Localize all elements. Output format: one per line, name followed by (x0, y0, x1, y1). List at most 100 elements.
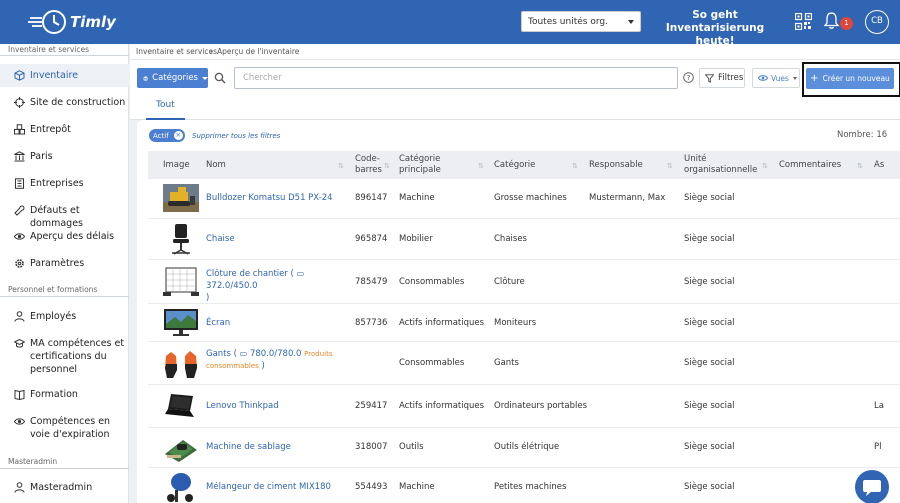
sidebar-item-label: Entrepôt (30, 124, 71, 135)
item-name: Gants ( (206, 349, 237, 359)
item-main-category: Machine (399, 193, 435, 203)
item-category: Ordinateurs portables (494, 401, 588, 411)
sidebar-item-inventaire[interactable]: Inventaire (14, 69, 126, 82)
sidebar-item-site-de-construction[interactable]: Site de construction (14, 96, 126, 109)
sort-icon[interactable]: ⇅ (384, 162, 390, 170)
gloves-image (165, 351, 197, 378)
table-row[interactable]: Lenovo Thinkpad 259417 Actifs informatiq… (148, 385, 900, 428)
monitor-image (164, 309, 198, 336)
item-name-link[interactable]: Lenovo Thinkpad (206, 400, 279, 412)
bell-icon[interactable] (823, 11, 840, 30)
column-header-org-unit[interactable]: Unité organisationnelle (684, 151, 764, 179)
create-new-button[interactable]: + Créer un nouveau (806, 68, 894, 89)
sidebar-item-ma-competences[interactable]: MA compétences et certifications du pers… (14, 337, 126, 376)
user-avatar[interactable]: CB (865, 10, 889, 34)
sort-icon[interactable]: ⇅ (667, 162, 673, 170)
logo-icon (28, 10, 66, 34)
chair-image (172, 224, 190, 255)
sidebar-item-label: Paris (30, 151, 53, 162)
item-name-link[interactable]: Clôture de chantier ( ▭ 372.0/450.0 ) (206, 268, 351, 304)
sidebar-item-defauts[interactable]: Défauts et dommages (14, 204, 126, 230)
sidebar-item-entreprises[interactable]: Entreprises (14, 177, 126, 190)
item-category: Outils élétrique (494, 442, 560, 452)
clear-filters-link[interactable]: Supprimer tous les filtres (192, 132, 280, 140)
table-row[interactable]: Clôture de chantier ( ▭ 372.0/450.0 ) 78… (148, 260, 900, 304)
column-header-category[interactable]: Catégorie (494, 151, 535, 179)
sort-icon[interactable]: ⇅ (478, 162, 484, 170)
sort-icon[interactable]: ⇅ (338, 162, 344, 170)
table-row[interactable]: Mélangeur de ciment MIX180 554493 Machin… (148, 468, 900, 503)
divider (0, 296, 129, 297)
sidebar-item-competences-expiration[interactable]: Compétences en voie d'expiration (14, 415, 126, 441)
table-row[interactable]: Machine de sablage 318007 Outils Outils … (148, 428, 900, 468)
qr-code-icon[interactable] (795, 13, 812, 30)
svg-text:?: ? (687, 74, 691, 82)
item-main-category: Consommables (399, 277, 465, 287)
active-filter-label: Actif (153, 131, 169, 140)
sort-icon[interactable]: ⇅ (857, 162, 863, 170)
promo-banner[interactable]: So geht Inventarisierung heute! (654, 9, 776, 48)
sidebar-item-apercu-delais[interactable]: Aperçu des délais (14, 230, 126, 243)
sidebar-item-employes[interactable]: Employés (14, 310, 126, 323)
search-input[interactable]: Chercher (234, 67, 678, 89)
item-name-link[interactable]: Chaise (206, 233, 235, 245)
person-icon (14, 311, 25, 322)
table-header: Image Nom ⇅ Code-barres ⇅ Catégorie prin… (148, 151, 900, 179)
notification-badge: 1 (840, 17, 853, 30)
tab-bar: Tout (130, 98, 900, 120)
item-name-link[interactable]: Machine de sablage (206, 441, 291, 453)
item-name-link[interactable]: Gants ( ▭ 780.0/780.0 Produits consommab… (206, 348, 356, 372)
timly-logo[interactable]: Timly (28, 8, 116, 36)
item-org-unit: Siège social (684, 482, 735, 492)
chat-icon (863, 480, 881, 496)
chevron-down-icon (628, 20, 634, 24)
column-header-comments[interactable]: Commentaires (779, 151, 841, 179)
chat-button[interactable] (855, 470, 889, 503)
views-button[interactable]: Vues (752, 68, 800, 88)
item-name-link[interactable]: Écran (206, 317, 230, 329)
sidebar-item-formation[interactable]: Formation (14, 388, 126, 401)
sidebar: Inventaire et services Inventaire Site d… (0, 44, 129, 503)
item-name-link[interactable]: Bulldozer Komatsu D51 PX-24 (206, 192, 333, 204)
column-header-responsible[interactable]: Responsable (589, 151, 643, 179)
help-icon[interactable]: ? (683, 72, 694, 83)
item-name: Clôture de chantier ( (206, 269, 294, 279)
item-category: Gants (494, 358, 519, 368)
eye-icon (758, 75, 768, 81)
chevron-down-icon (202, 76, 208, 80)
filters-button[interactable]: Filtres (699, 68, 745, 88)
item-barcode: 554493 (355, 482, 388, 492)
consumable-tag: Produits (304, 350, 333, 358)
column-header-main-category[interactable]: Catégorie principale (399, 151, 474, 179)
search-icon[interactable] (214, 72, 226, 84)
sander-image (165, 440, 197, 462)
tab-all[interactable]: Tout (146, 98, 185, 120)
table-row[interactable]: Écran 857736 Actifs informatiques Monite… (148, 304, 900, 342)
toolbar: Catégories Chercher ? Filtres Vues + Cré… (130, 60, 900, 98)
sidebar-item-label: Défauts et dommages (30, 205, 83, 229)
filter-icon (705, 73, 714, 83)
item-main-category: Machine (399, 482, 435, 492)
sidebar-item-masteradmin[interactable]: Masteradmin (14, 481, 126, 494)
categories-button-label: Catégories (152, 73, 198, 83)
column-header-name[interactable]: Nom (206, 151, 226, 179)
item-name-link[interactable]: Mélangeur de ciment MIX180 (206, 481, 331, 493)
table-row[interactable]: Bulldozer Komatsu D51 PX-24 896147 Machi… (148, 179, 900, 219)
item-main-category: Outils (399, 442, 424, 452)
sort-icon[interactable]: ⇅ (572, 162, 578, 170)
sidebar-item-paris[interactable]: Paris (14, 150, 126, 163)
active-filter-chip[interactable]: Actif × (149, 129, 185, 142)
org-unit-select[interactable]: Toutes unités org. (521, 11, 641, 32)
person-icon (14, 482, 25, 493)
close-icon[interactable]: × (173, 131, 183, 140)
sidebar-item-parametres[interactable]: Paramètres (14, 257, 126, 270)
table-row[interactable]: Chaise 965874 Mobilier Chaises Siège soc… (148, 219, 900, 260)
column-header-more[interactable]: As (874, 151, 884, 179)
cube-icon (14, 70, 25, 81)
table-row[interactable]: Gants ( ▭ 780.0/780.0 Produits consommab… (148, 342, 900, 385)
item-org-unit: Siège social (684, 358, 735, 368)
breadcrumb-item-inventaire[interactable]: Inventaire et services (136, 47, 217, 56)
sidebar-item-entrepot[interactable]: Entrepôt (14, 123, 126, 136)
categories-button[interactable]: Catégories (137, 68, 208, 88)
sort-icon[interactable]: ⇅ (762, 162, 768, 170)
